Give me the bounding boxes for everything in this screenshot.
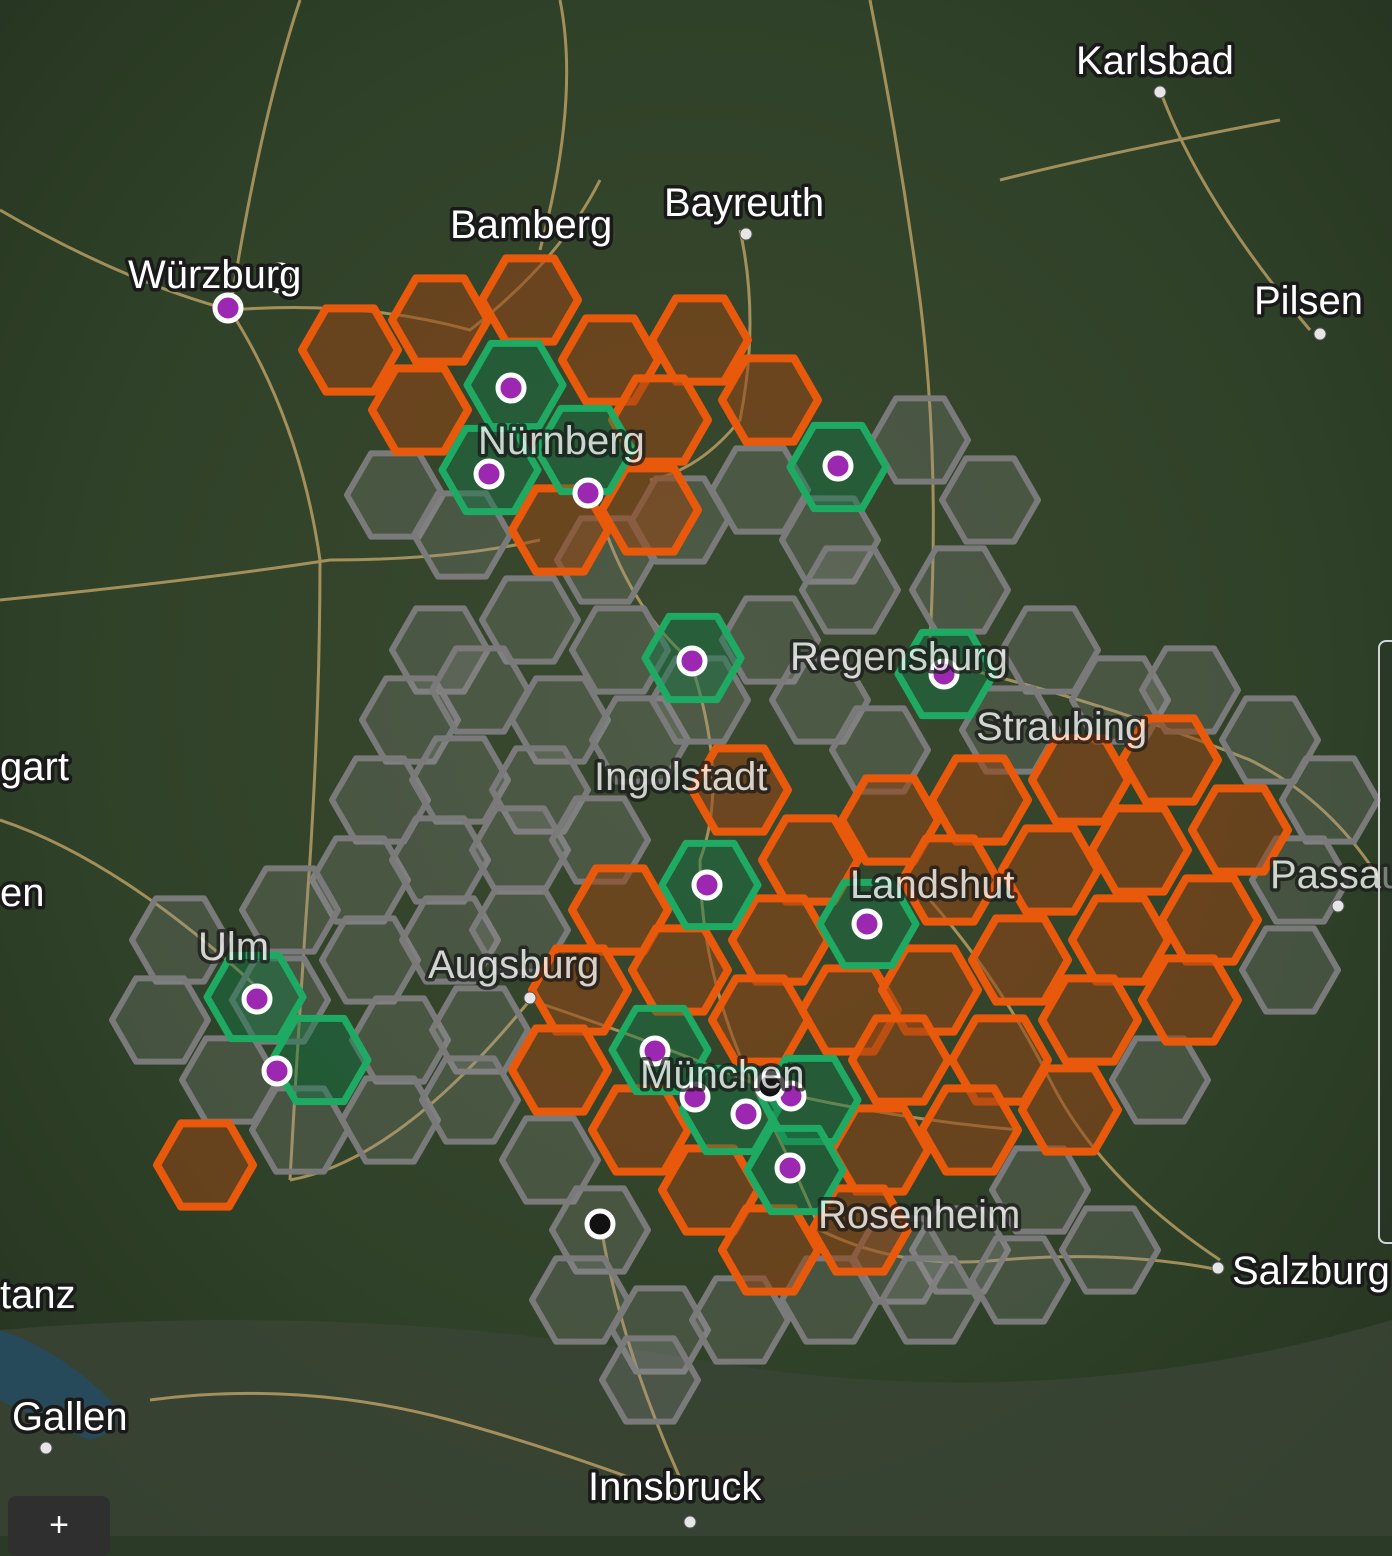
- label-regensburg: Regensburg: [790, 635, 1008, 679]
- label-konstanz: tanz: [0, 1273, 76, 1317]
- label-nuernberg: Nürnberg: [478, 419, 645, 463]
- label-passau: Passau: [1270, 853, 1392, 897]
- hex-cell-gray[interactable]: [969, 1235, 1071, 1325]
- location-marker-purple[interactable]: [241, 983, 273, 1015]
- hex-cell-orange[interactable]: [508, 1024, 612, 1116]
- hex-cell-gray[interactable]: [319, 915, 421, 1005]
- label-salzburg: Salzburg: [1232, 1249, 1390, 1293]
- hex-cell-orange[interactable]: [968, 914, 1072, 1006]
- city-dot-bayreuth: [739, 227, 753, 241]
- hex-cell-gray[interactable]: [1109, 1035, 1211, 1125]
- city-dot-salzburg: [1211, 1261, 1225, 1275]
- city-dot-augsburg: [523, 991, 537, 1005]
- location-marker-purple[interactable]: [730, 1098, 762, 1130]
- label-stgallen: Gallen: [12, 1395, 128, 1439]
- city-dot-karlsbad: [1153, 85, 1167, 99]
- location-marker-purple[interactable]: [822, 450, 854, 482]
- hex-cell-orange[interactable]: [708, 974, 812, 1066]
- hex-cell-orange[interactable]: [1158, 874, 1262, 966]
- hex-cell-orange[interactable]: [718, 354, 822, 446]
- hex-cell-gray[interactable]: [419, 1055, 521, 1145]
- location-marker-purple[interactable]: [774, 1152, 806, 1184]
- hex-cell-orange[interactable]: [1138, 954, 1242, 1046]
- label-bamberg: Bamberg: [450, 203, 612, 247]
- location-marker-purple[interactable]: [676, 645, 708, 677]
- hex-cell-orange[interactable]: [718, 1204, 822, 1296]
- label-landshut: Landshut: [850, 863, 1015, 907]
- hex-cell-orange[interactable]: [1018, 1064, 1122, 1156]
- label-rosenheim: Rosenheim: [818, 1193, 1020, 1237]
- label-stuttgart: gart: [0, 745, 69, 789]
- location-marker-black[interactable]: [584, 1208, 616, 1240]
- hex-cell-orange[interactable]: [928, 754, 1032, 846]
- hex-cell-orange[interactable]: [1068, 894, 1172, 986]
- hex-cell-gray[interactable]: [1239, 925, 1341, 1015]
- label-bayreuth: Bayreuth: [664, 181, 824, 225]
- hex-cell-gray[interactable]: [909, 545, 1011, 635]
- label-wuerzburg: Würzburg: [128, 253, 301, 297]
- label-innsbruck: Innsbruck: [588, 1465, 762, 1509]
- side-panel-handle[interactable]: [1378, 640, 1392, 1244]
- map-canvas[interactable]: Karlsbad Bayreuth Bamberg Würzburg Pilse…: [0, 0, 1392, 1536]
- hex-cell-gray[interactable]: [1059, 1205, 1161, 1295]
- hex-cell-orange[interactable]: [368, 364, 472, 456]
- hex-cell-orange[interactable]: [298, 304, 402, 396]
- hex-cell-gray[interactable]: [109, 975, 211, 1065]
- hex-cell-orange[interactable]: [848, 1014, 952, 1106]
- location-marker-purple[interactable]: [572, 477, 604, 509]
- hex-cell-gray[interactable]: [389, 815, 491, 905]
- label-ulm: Ulm: [198, 925, 269, 969]
- label-muenchen: München: [640, 1053, 805, 1097]
- hex-cell-orange[interactable]: [153, 1119, 257, 1211]
- hex-cell-gray[interactable]: [599, 1335, 701, 1425]
- location-marker-purple[interactable]: [212, 292, 244, 324]
- hex-cell-orange[interactable]: [388, 274, 492, 366]
- location-marker-purple[interactable]: [495, 372, 527, 404]
- hex-cell-orange[interactable]: [1088, 804, 1192, 896]
- label-pilsen: Pilsen: [1254, 279, 1363, 323]
- location-marker-purple[interactable]: [851, 908, 883, 940]
- label-en: en: [0, 871, 45, 915]
- hex-cell-orange[interactable]: [478, 254, 582, 346]
- hex-cell-gray[interactable]: [339, 1075, 441, 1165]
- hex-cell-orange[interactable]: [588, 1084, 692, 1176]
- label-ingolstadt: Ingolstadt: [594, 755, 767, 799]
- hex-cell-orange[interactable]: [918, 1084, 1022, 1176]
- hex-cell-orange[interactable]: [648, 294, 752, 386]
- hex-cell-orange[interactable]: [998, 824, 1102, 916]
- hex-cell-gray[interactable]: [939, 455, 1041, 545]
- hex-cell-orange[interactable]: [628, 924, 732, 1016]
- city-dot-stgallen: [39, 1441, 53, 1455]
- label-karlsbad: Karlsbad: [1076, 39, 1234, 83]
- label-straubing: Straubing: [976, 705, 1147, 749]
- hex-cell-gray[interactable]: [879, 1255, 981, 1345]
- location-marker-purple[interactable]: [473, 458, 505, 490]
- location-marker-purple[interactable]: [261, 1055, 293, 1087]
- city-dot-pilsen: [1313, 327, 1327, 341]
- location-marker-purple[interactable]: [691, 869, 723, 901]
- hex-cell-orange[interactable]: [1038, 974, 1142, 1066]
- zoom-in-button[interactable]: +: [8, 1496, 110, 1556]
- hex-cell-gray[interactable]: [1279, 755, 1381, 845]
- city-dot-passau: [1331, 899, 1345, 913]
- hex-cell-gray[interactable]: [469, 805, 571, 895]
- hex-cell-gray[interactable]: [799, 545, 901, 635]
- city-dot-innsbruck: [683, 1515, 697, 1529]
- label-augsburg: Augsburg: [428, 943, 599, 987]
